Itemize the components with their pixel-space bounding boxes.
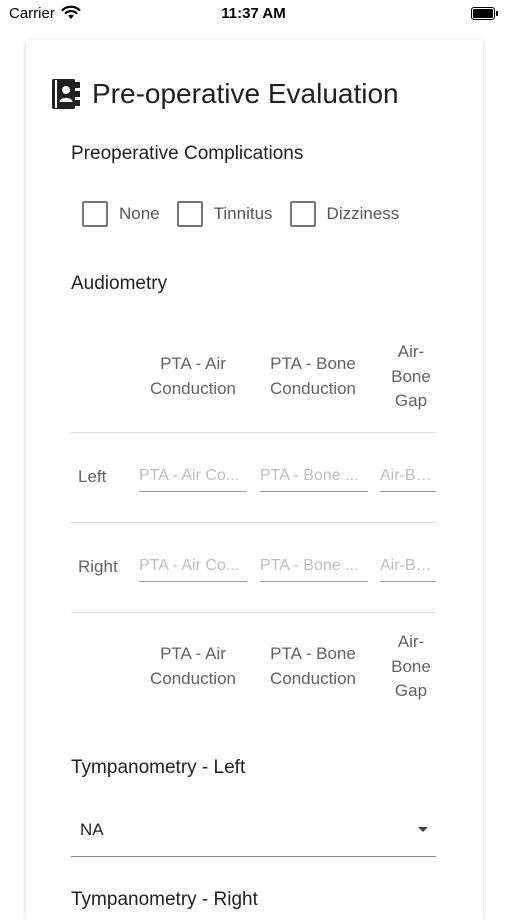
check-label-tinnitus: Tinnitus (213, 204, 273, 223)
column-footer-bone-conduction: PTA - Bone Conduction (259, 642, 367, 691)
column-header-line: PTA - Bone (270, 354, 356, 373)
left-bone-conduction-input[interactable] (260, 462, 368, 490)
dropdown-caret-icon (418, 827, 428, 832)
column-header-line: PTA - Air (160, 644, 226, 663)
clock: 11:37 AM (221, 5, 286, 22)
column-header-line: PTA - Air (160, 354, 226, 373)
page-title: Pre-operative Evaluation (92, 78, 399, 109)
tympanometry-right-label: Tympanometry - Right (71, 889, 258, 910)
page-header: Pre-operative Evaluation (52, 77, 399, 111)
table-divider (71, 432, 436, 433)
option-tinnitus[interactable]: Tinnitus (176, 201, 273, 227)
column-header-line: PTA - Bone (270, 644, 356, 663)
right-air-conduction-input[interactable] (139, 552, 247, 580)
complications-checkboxes: None Tinnitus Dizziness (82, 199, 416, 229)
left-air-bone-gap-input[interactable] (380, 462, 436, 490)
column-footer-air-bone-gap: Air- Bone Gap (380, 630, 442, 704)
column-header-line: Air- (397, 342, 425, 361)
column-header-bone-conduction: PTA - Bone Conduction (259, 352, 367, 401)
column-header-line: Gap (394, 391, 428, 410)
check-label-none: None (119, 204, 160, 223)
select-value: NA (80, 820, 104, 839)
right-bone-conduction-field[interactable] (260, 552, 368, 582)
contact-book-icon (52, 79, 80, 109)
column-header-line: Bone (391, 656, 431, 676)
option-dizziness[interactable]: Dizziness (289, 201, 400, 227)
right-air-conduction-field[interactable] (139, 552, 247, 582)
evaluation-card: Pre-operative Evaluation Preoperative Co… (26, 40, 483, 920)
column-header-line: Conduction (269, 378, 356, 398)
audiometry-label: Audiometry (71, 273, 168, 294)
check-label-dizziness: Dizziness (326, 204, 400, 223)
column-header-line: Conduction (149, 378, 236, 398)
option-none[interactable]: None (82, 201, 160, 227)
left-bone-conduction-field[interactable] (260, 462, 368, 492)
complications-label: Preoperative Complications (71, 143, 304, 164)
right-bone-conduction-input[interactable] (260, 552, 368, 580)
column-header-line: Air- (397, 632, 425, 651)
table-divider (71, 612, 436, 613)
column-footer-air-conduction: PTA - Air Conduction (139, 642, 247, 691)
row-label-right: Right (78, 557, 118, 576)
battery-icon (471, 7, 498, 20)
column-header-line: Bone (391, 366, 431, 386)
status-bar: Carrier 11:37 AM (0, 0, 507, 28)
tympanometry-left-select[interactable]: NA (71, 813, 436, 857)
tympanometry-left-label: Tympanometry - Left (71, 757, 246, 778)
column-header-air-conduction: PTA - Air Conduction (139, 352, 247, 401)
row-label-left: Left (78, 467, 107, 486)
column-header-line: Conduction (269, 668, 356, 688)
right-air-bone-gap-field[interactable] (380, 552, 436, 582)
left-air-conduction-field[interactable] (139, 462, 247, 492)
left-air-bone-gap-field[interactable] (380, 462, 436, 492)
checkbox-none[interactable] (82, 201, 108, 227)
right-air-bone-gap-input[interactable] (380, 552, 436, 580)
checkbox-dizziness[interactable] (289, 201, 316, 227)
left-air-conduction-input[interactable] (139, 462, 247, 490)
table-divider (71, 522, 436, 523)
checkbox-tinnitus[interactable] (176, 201, 203, 227)
column-header-line: Conduction (149, 668, 236, 688)
column-header-line: Gap (394, 681, 428, 700)
column-header-air-bone-gap: Air- Bone Gap (380, 340, 442, 414)
